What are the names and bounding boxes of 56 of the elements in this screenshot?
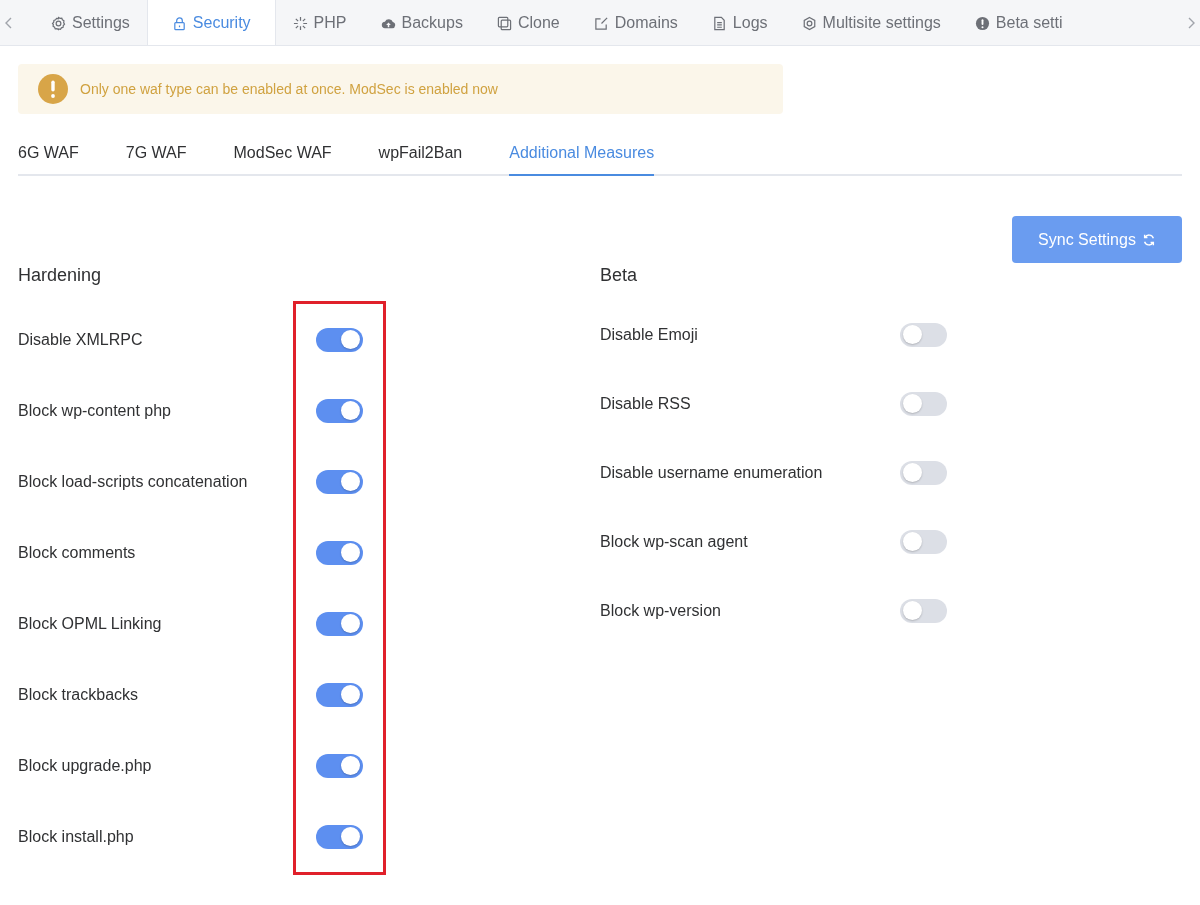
nav-tab[interactable]: Beta setti [957,0,1080,45]
toggle-switch[interactable] [900,322,947,347]
copy-icon [496,15,512,31]
waf-tab[interactable]: Additional Measures [509,144,655,176]
setting-label: Block comments [18,543,136,562]
toggle-switch[interactable] [316,611,363,636]
toggle-switch[interactable] [900,391,947,416]
section-heading: Beta [600,265,639,287]
toggle-switch[interactable] [900,598,947,623]
chevron-left-icon[interactable] [3,15,13,30]
alert-message: Only one waf type can be enabled at once. ModSec is enabled now [80,81,498,97]
toggle-switch[interactable] [316,469,363,494]
nav-tab[interactable]: Multisite settings [784,0,958,45]
nav-tab[interactable]: Domains [576,0,695,45]
warning-icon [38,74,68,104]
lock-icon [171,15,187,31]
toggle-switch[interactable] [316,753,363,778]
nav-tab[interactable]: Backups [363,0,480,45]
gear-icon [801,15,817,31]
nav-tab[interactable]: Logs [694,0,785,45]
refresh-icon [1141,232,1156,247]
setting-label: Block trackbacks [18,685,139,704]
toggle-switch[interactable] [316,824,363,849]
toggle-switch[interactable] [900,529,947,554]
nav-tab[interactable]: Clone [479,0,577,45]
waf-tab[interactable]: 6G WAF [18,144,79,176]
toggle-switch[interactable] [316,540,363,565]
setting-label: Block upgrade.php [18,756,152,775]
gear-icon [51,15,66,31]
setting-label: Block wp-scan agent [600,532,748,550]
toggle-switch[interactable] [316,682,363,707]
toggle-switch[interactable] [900,460,947,485]
waf-tab[interactable]: ModSec WAF [233,144,332,176]
waf-tab[interactable]: wpFail2Ban [378,144,463,176]
sync-settings-button[interactable]: Sync Settings [1012,216,1182,263]
edit-icon [593,15,609,31]
setting-label: Disable XMLRPC [18,330,143,349]
document-icon [711,15,727,31]
nav-tab[interactable]: Settings [34,0,147,45]
warning-icon [974,15,990,31]
section-heading: Hardening [18,265,103,287]
nav-tab[interactable]: PHP [275,0,364,45]
setting-label: Disable RSS [600,394,691,412]
setting-label: Block wp-version [600,601,721,619]
waf-tab[interactable]: 7G WAF [125,144,187,176]
setting-label: Block wp-content php [18,401,171,420]
setting-label: Disable Emoji [600,325,698,343]
chevron-right-icon[interactable] [1187,15,1197,30]
setting-label: Block OPML Linking [18,614,162,633]
setting-label: Block load-scripts concatenation [18,472,248,491]
nav-tab[interactable]: Security [146,0,276,45]
setting-label: Block install.php [18,827,134,846]
sparkle-icon [292,15,308,31]
setting-label: Disable username enumeration [600,463,823,481]
toggle-switch[interactable] [316,327,363,352]
toggle-switch[interactable] [316,398,363,423]
